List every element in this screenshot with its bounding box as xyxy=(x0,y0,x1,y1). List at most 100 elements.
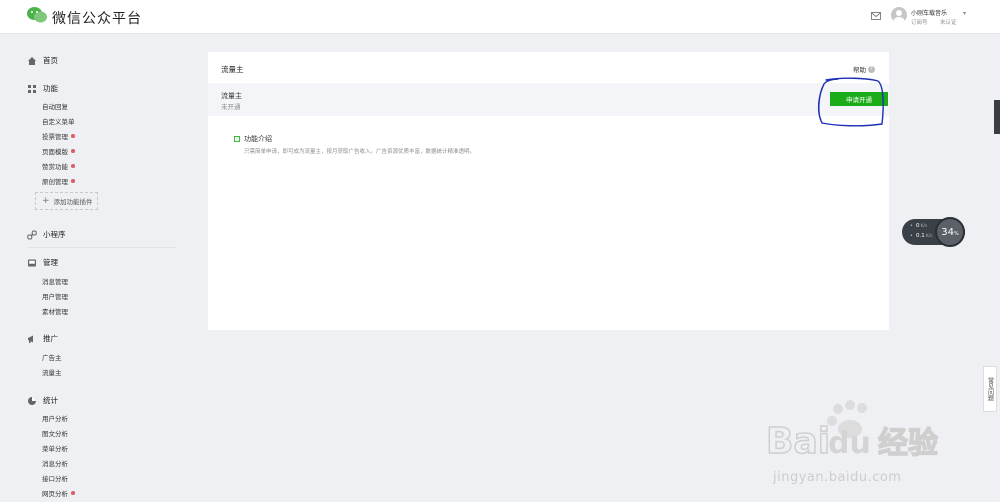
inbox-icon xyxy=(28,259,36,266)
upload-value: 0 xyxy=(915,223,920,229)
sidebar-item-advertiser[interactable]: 广告主 xyxy=(42,352,62,362)
help-label: 帮助 xyxy=(853,66,866,74)
svg-text:Bai: Bai xyxy=(766,421,830,462)
svg-text:经验: 经验 xyxy=(878,426,938,461)
sidebar-item-label: 赞赏功能 xyxy=(42,163,68,171)
plus-icon: + xyxy=(42,196,50,206)
sidebar-item-home[interactable]: 首页 xyxy=(27,55,58,66)
sidebar-item-custom-menu[interactable]: 自定义菜单 xyxy=(42,116,75,126)
sidebar-section-management[interactable]: 管理 xyxy=(27,257,58,268)
sidebar-section-label: 推广 xyxy=(43,334,58,343)
watermark-domain: jingyan.baidu.com xyxy=(773,470,902,485)
side-feedback-tab[interactable] xyxy=(994,100,1000,134)
sidebar-item-label: 自动回复 xyxy=(42,103,68,111)
question-icon: ? xyxy=(868,65,875,73)
sidebar-item-label: 用户分析 xyxy=(42,415,68,423)
sidebar-item-label: 投票管理 xyxy=(42,133,68,141)
page-title: 流量主 xyxy=(221,65,244,74)
sidebar-item-label: 菜单分析 xyxy=(42,445,68,453)
upload-speed: • 0 K/s xyxy=(910,223,927,229)
sidebar-section-label: 管理 xyxy=(43,258,58,267)
pie-chart-icon xyxy=(28,396,36,405)
new-badge-dot xyxy=(71,164,75,168)
sidebar-item-materials[interactable]: 素材管理 xyxy=(42,306,68,316)
home-icon xyxy=(28,56,36,65)
apply-button[interactable]: 申请开通 xyxy=(830,92,888,106)
download-arrow-icon: • xyxy=(910,233,913,239)
intro-title: 功能介绍 xyxy=(244,135,272,143)
account-type: 订阅号 xyxy=(911,20,928,26)
grid-icon xyxy=(28,84,36,93)
add-plugin-button[interactable]: + 添加功能插件 xyxy=(35,192,98,210)
avatar[interactable] xyxy=(891,7,907,23)
download-unit: K/s xyxy=(925,233,933,239)
sidebar-item-users[interactable]: 用户管理 xyxy=(42,291,68,301)
sidebar-item-messages[interactable]: 消息管理 xyxy=(42,276,68,286)
sidebar-item-label: 用户管理 xyxy=(42,293,68,301)
sidebar-item-label: 消息管理 xyxy=(42,278,68,286)
megaphone-icon xyxy=(28,335,33,343)
sidebar-item-label: 原创管理 xyxy=(42,178,68,186)
sidebar-item-label: 接口分析 xyxy=(42,475,68,483)
top-header: 微信公众平台 小刚车载音乐 订阅号 未认证 ▾ xyxy=(0,0,1000,34)
sidebar-item-miniprogram[interactable]: 小程序 xyxy=(27,229,66,240)
help-link[interactable]: 帮助 ? xyxy=(853,64,875,74)
sidebar-item-label: 首页 xyxy=(43,56,58,65)
sidebar-item-label: 自定义菜单 xyxy=(42,118,75,126)
faq-button[interactable]: 常见问题 xyxy=(983,366,997,412)
sidebar: 首页 功能 自动回复 自定义菜单 投票管理 页面模版 赞赏功能 原创管理 + 添… xyxy=(0,35,190,502)
intro-bullet-icon xyxy=(234,136,240,142)
download-speed: • 0.1 K/s xyxy=(910,233,933,239)
sidebar-item-page-template[interactable]: 页面模版 xyxy=(42,146,75,156)
sidebar-item-auto-reply[interactable]: 自动回复 xyxy=(42,101,68,111)
sidebar-item-label: 小程序 xyxy=(43,230,66,239)
status-row: 流量主 未开通 申请开通 xyxy=(208,83,889,116)
usage-percent: 34 xyxy=(941,226,954,238)
new-badge-dot xyxy=(71,149,75,153)
memory-usage-circle[interactable]: 34% xyxy=(935,217,965,247)
sidebar-item-web-analysis[interactable]: 网页分析 xyxy=(42,488,75,498)
new-badge-dot xyxy=(71,491,75,495)
new-badge-dot xyxy=(71,134,75,138)
sidebar-section-function[interactable]: 功能 xyxy=(27,83,58,94)
intro-description: 只需简单申请，即可成为流量主，按月获取广告收入。广告资源优质丰富，数据统计精准透… xyxy=(244,149,476,155)
mail-icon[interactable] xyxy=(871,12,881,20)
link-icon xyxy=(27,230,37,239)
status-name: 流量主 xyxy=(221,92,242,100)
sidebar-section-label: 功能 xyxy=(43,84,58,93)
sidebar-item-vote[interactable]: 投票管理 xyxy=(42,131,75,141)
svg-text:du: du xyxy=(828,426,871,461)
status-state: 未开通 xyxy=(221,103,241,111)
sidebar-item-label: 广告主 xyxy=(42,354,62,362)
upload-unit: K/s xyxy=(920,223,928,229)
sidebar-section-promotion[interactable]: 推广 xyxy=(27,333,58,344)
sidebar-item-label: 消息分析 xyxy=(42,460,68,468)
sidebar-item-label: 网页分析 xyxy=(42,490,68,498)
usage-percent-unit: % xyxy=(953,231,959,237)
sidebar-item-original[interactable]: 原创管理 xyxy=(42,176,75,186)
sidebar-section-statistics[interactable]: 统计 xyxy=(27,395,58,406)
sidebar-item-traffic-owner[interactable]: 流量主 xyxy=(42,367,62,377)
upload-arrow-icon: • xyxy=(910,223,913,229)
sidebar-item-menu-analysis[interactable]: 菜单分析 xyxy=(42,443,68,453)
sidebar-item-article-analysis[interactable]: 图文分析 xyxy=(42,428,68,438)
account-dropdown-icon[interactable]: ▾ xyxy=(963,10,966,17)
add-plugin-label: 添加功能插件 xyxy=(53,198,93,206)
sidebar-item-api-analysis[interactable]: 接口分析 xyxy=(42,473,68,483)
wechat-logo-icon[interactable] xyxy=(26,6,48,24)
sidebar-divider xyxy=(27,247,177,248)
sidebar-item-label: 素材管理 xyxy=(42,308,68,316)
sidebar-section-label: 统计 xyxy=(43,396,58,405)
sidebar-item-user-analysis[interactable]: 用户分析 xyxy=(42,413,68,423)
download-value: 0.1 xyxy=(915,233,925,239)
sidebar-item-label: 页面模版 xyxy=(42,148,68,156)
new-badge-dot xyxy=(71,179,75,183)
brand-title[interactable]: 微信公众平台 xyxy=(52,8,142,28)
main-panel: 流量主 帮助 ? 流量主 未开通 申请开通 功能介绍 只需简单申请，即可成为流量… xyxy=(208,52,889,330)
account-name[interactable]: 小刚车载音乐 xyxy=(911,8,947,17)
verify-status: 未认证 xyxy=(940,20,957,26)
sidebar-item-label: 流量主 xyxy=(42,369,62,377)
sidebar-item-label: 图文分析 xyxy=(42,430,68,438)
sidebar-item-reward[interactable]: 赞赏功能 xyxy=(42,161,75,171)
sidebar-item-message-analysis[interactable]: 消息分析 xyxy=(42,458,68,468)
